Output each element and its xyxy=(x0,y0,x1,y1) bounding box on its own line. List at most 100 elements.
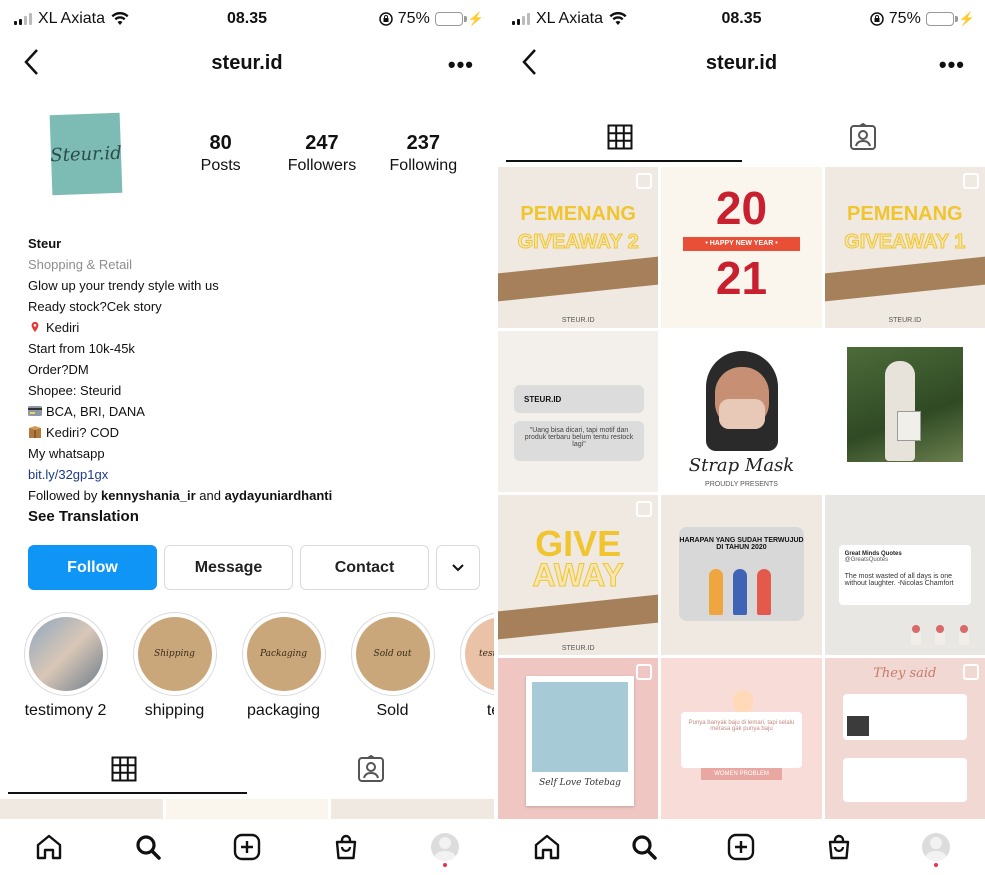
bio-line: Order?DM xyxy=(28,362,89,377)
more-options-icon[interactable]: ••• xyxy=(939,52,965,78)
post-they-said[interactable]: They said xyxy=(824,658,985,819)
followed-by[interactable]: Followed by kennyshania_ir and aydayunia… xyxy=(28,485,478,506)
stat-followers[interactable]: 247 Followers xyxy=(271,132,372,175)
nav-home[interactable] xyxy=(33,831,65,863)
nav-search[interactable] xyxy=(132,831,164,863)
nav-shop[interactable] xyxy=(330,831,362,863)
message-button[interactable]: Message xyxy=(164,545,293,590)
post-thumbnail[interactable] xyxy=(165,799,329,819)
carousel-icon xyxy=(962,664,979,681)
post-photo-totebag[interactable] xyxy=(824,330,985,492)
post-pemenang-giveaway-1[interactable]: PEMENANG GIVEAWAY 1 STEUR.ID xyxy=(824,167,985,328)
tab-posts-grid[interactable] xyxy=(0,744,247,794)
nav-home[interactable] xyxy=(531,831,563,863)
clock: 08.35 xyxy=(721,10,762,27)
clock: 08.35 xyxy=(226,10,268,27)
search-icon xyxy=(136,835,161,860)
carousel-icon xyxy=(636,173,653,189)
more-options-icon[interactable]: ••• xyxy=(448,52,474,78)
profile-tabs xyxy=(498,112,985,162)
post-quote[interactable]: STEUR.ID "Uang bisa dicari, tapi motif d… xyxy=(498,330,659,492)
highlight-cover: Shipping xyxy=(137,617,212,691)
shop-icon xyxy=(335,834,356,860)
bio-line: BCA, BRI, DANA xyxy=(46,404,145,419)
post-self-love-totebag[interactable]: Self Love Totebag xyxy=(498,658,659,819)
highlight-cover xyxy=(28,617,103,691)
nav-profile[interactable] xyxy=(429,831,461,867)
stat-following[interactable]: 237 Following xyxy=(373,132,474,175)
highlight-testimony-2[interactable]: testimony 2 xyxy=(22,612,109,720)
tagged-icon xyxy=(357,755,384,782)
page-title: steur.id xyxy=(705,52,778,74)
carousel-icon xyxy=(636,500,653,517)
bio-line: Shopee: Steurid xyxy=(28,383,122,398)
tab-tagged[interactable] xyxy=(247,744,494,794)
brand-logo: Steur.id xyxy=(49,112,123,196)
see-translation-link[interactable]: See Translation xyxy=(28,506,478,528)
stat-posts[interactable]: 80 Posts xyxy=(170,132,271,175)
highlight-cover: Sold out xyxy=(355,617,430,691)
tab-posts-grid[interactable] xyxy=(498,112,742,162)
post-pemenang-giveaway-2[interactable]: PEMENANG GIVEAWAY 2 STEUR.ID xyxy=(498,167,659,328)
post-thumbnail[interactable] xyxy=(331,799,494,819)
highlight-testi[interactable]: testimony testi xyxy=(458,612,494,720)
battery-percent: 75% xyxy=(888,10,921,27)
post-thumbnail[interactable] xyxy=(0,799,163,819)
rotation-lock-icon xyxy=(870,12,884,26)
tagged-icon xyxy=(850,123,877,150)
follow-button[interactable]: Follow xyxy=(28,545,157,590)
charging-icon: ⚡ xyxy=(467,11,484,26)
bio-line: Kediri xyxy=(46,320,80,335)
notification-dot xyxy=(934,863,939,867)
contact-button[interactable]: Contact xyxy=(300,545,429,590)
post-tweet-quote[interactable]: Great Minds Quotes @GreatsQuotes The mos… xyxy=(824,494,985,656)
profile-avatar[interactable]: Steur.id xyxy=(45,100,129,200)
profile-name: Steur xyxy=(28,236,62,251)
post-harapan-2020[interactable]: HARAPAN YANG SUDAH TERWUJUD DI TAHUN 202… xyxy=(661,494,822,656)
post-happy-new-year[interactable]: 20 • HAPPY NEW YEAR • 21 xyxy=(661,167,822,328)
battery-icon xyxy=(434,12,467,26)
chevron-down-icon xyxy=(452,563,464,571)
profile-avatar-icon xyxy=(922,833,951,861)
story-highlights: testimony 2 Shipping shipping Packaging … xyxy=(22,612,494,720)
wifi-icon xyxy=(111,12,129,25)
post-giveaway[interactable]: GIVE AWAY STEUR.ID xyxy=(498,494,659,656)
add-post-icon xyxy=(728,833,755,861)
suggested-dropdown-button[interactable] xyxy=(436,545,480,590)
profile-category: Shopping & Retail xyxy=(28,257,133,272)
nav-shop[interactable] xyxy=(823,831,855,863)
highlight-packaging[interactable]: Packaging packaging xyxy=(240,612,327,720)
nav-new-post[interactable] xyxy=(231,831,263,863)
bio-link[interactable]: bit.ly/32gp1gx xyxy=(28,464,478,485)
carrier-name: XL Axiata xyxy=(536,10,604,27)
package-icon xyxy=(29,426,41,438)
post-strap-mask[interactable]: Strap Mask PROUDLY PRESENTS xyxy=(661,330,822,492)
grid-icon xyxy=(111,756,136,782)
page-title: steur.id xyxy=(211,52,283,74)
highlight-cover: testimony xyxy=(464,617,494,691)
battery-percent: 75% xyxy=(397,10,430,27)
highlight-shipping[interactable]: Shipping shipping xyxy=(131,612,218,720)
tab-tagged[interactable] xyxy=(742,112,985,162)
carrier-name: XL Axiata xyxy=(38,10,106,27)
bio-line: Start from 10k-45k xyxy=(28,341,135,356)
bottom-nav xyxy=(498,819,985,875)
add-post-icon xyxy=(233,833,261,861)
highlight-sold[interactable]: Sold out Sold xyxy=(349,612,436,720)
home-icon xyxy=(534,834,559,860)
shop-icon xyxy=(828,834,850,860)
nav-profile[interactable] xyxy=(920,831,952,867)
nav-new-post[interactable] xyxy=(725,831,757,863)
nav-search[interactable] xyxy=(628,831,660,863)
post-women-problem[interactable]: Punya banyak baju di lemari, tapi selalu… xyxy=(661,658,822,819)
location-pin-icon xyxy=(31,321,39,333)
signal-icon xyxy=(14,13,32,25)
bio-line: Glow up your trendy style with us xyxy=(28,278,219,293)
profile-actions: Follow Message Contact xyxy=(28,545,480,590)
wifi-icon xyxy=(609,12,627,25)
status-bar: XL Axiata 08.35 75% ⚡ xyxy=(498,0,985,40)
profile-header: steur.id ••• xyxy=(0,42,494,86)
search-icon xyxy=(632,835,657,860)
posts-grid: PEMENANG GIVEAWAY 2 STEUR.ID 20 • HAPPY … xyxy=(498,167,985,819)
bio-line: Ready stock?Cek story xyxy=(28,299,162,314)
